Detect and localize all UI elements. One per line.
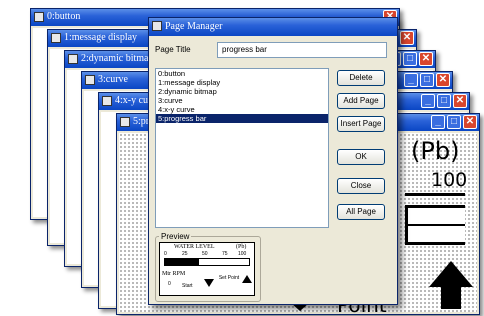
preview-canvas: WATER LEVEL (Pb) 0 25 50 75 100 Mtr RPM … [159, 242, 255, 296]
preview-label: Preview [159, 232, 192, 241]
maximize-button[interactable]: □ [447, 115, 461, 129]
window-title: 0:button [47, 11, 81, 22]
page-list-item[interactable]: 3:curve [156, 96, 328, 105]
page-title-input[interactable]: progress bar [217, 42, 387, 58]
preview-progress-fill [165, 259, 199, 265]
delete-button[interactable]: Delete [337, 70, 385, 86]
page-manager-dialog[interactable]: Page Manager Page Title progress bar 0:b… [148, 17, 398, 305]
ok-button[interactable]: OK [337, 149, 385, 165]
minimize-button[interactable]: _ [431, 115, 445, 129]
minimize-button[interactable]: _ [421, 94, 435, 108]
window-title: 3:curve [98, 74, 128, 85]
close-button[interactable]: ✕ [436, 73, 450, 87]
preview-progress-bar [164, 258, 250, 266]
add-page-button[interactable]: Add Page [337, 93, 385, 109]
close-button[interactable]: ✕ [400, 31, 414, 45]
window-icon [120, 117, 130, 127]
maximize-button[interactable]: □ [437, 94, 451, 108]
preview-rpm-value: 0 [168, 281, 171, 287]
page-list-item[interactable]: 2:dynamic bitmap [156, 87, 328, 96]
window-icon [102, 96, 112, 106]
window-icon [68, 54, 78, 64]
preview-start: Start [182, 283, 193, 289]
window-title: 2:dynamic bitmap [81, 53, 154, 64]
window-icon [85, 75, 95, 85]
preview-set-point: Set Point [218, 275, 240, 281]
minimize-button[interactable]: _ [404, 73, 418, 87]
preview-tick: 100 [238, 251, 247, 257]
preview-tick: 0 [164, 251, 167, 257]
page-list-item[interactable]: 1:message display [156, 78, 328, 87]
close-button[interactable]: ✕ [463, 115, 477, 129]
window-icon [51, 33, 61, 43]
preview-unit: (Pb) [236, 244, 247, 250]
up-arrow-stem [441, 285, 461, 309]
page-title-label: Page Title [155, 45, 191, 54]
page-list-item-selected[interactable]: 5:progress bar [156, 114, 328, 123]
progress-divider [405, 224, 465, 226]
up-arrow-icon [429, 261, 473, 287]
dialog-title-bar[interactable]: Page Manager [149, 18, 397, 36]
close-button[interactable]: ✕ [453, 94, 467, 108]
close-button[interactable]: ✕ [419, 52, 433, 66]
preview-tick: 25 [182, 251, 188, 257]
dialog-title: Page Manager [165, 21, 223, 32]
page-list-item[interactable]: 0:button [156, 69, 328, 78]
dialog-icon [152, 21, 162, 31]
window-icon [34, 12, 44, 22]
tick-line [405, 193, 465, 196]
page-list-item[interactable]: 4:x-y curve [156, 105, 328, 114]
maximize-button[interactable]: □ [403, 52, 417, 66]
unit-label: (Pb) [411, 137, 460, 165]
close-button[interactable]: Close [337, 178, 385, 194]
preview-tick: 75 [222, 251, 228, 257]
maximize-button[interactable]: □ [420, 73, 434, 87]
scale-tick-100: 100 [431, 169, 468, 191]
insert-page-button[interactable]: Insert Page [337, 116, 385, 132]
preview-heading: WATER LEVEL [174, 244, 215, 250]
page-list[interactable]: 0:button 1:message display 2:dynamic bit… [155, 68, 329, 228]
up-arrow-icon [242, 275, 252, 283]
all-page-button[interactable]: All Page [337, 204, 385, 220]
down-arrow-icon [204, 279, 214, 287]
preview-motor-rpm: Mtr RPM [162, 271, 186, 277]
preview-tick: 50 [202, 251, 208, 257]
window-title: 1:message display [64, 32, 138, 43]
